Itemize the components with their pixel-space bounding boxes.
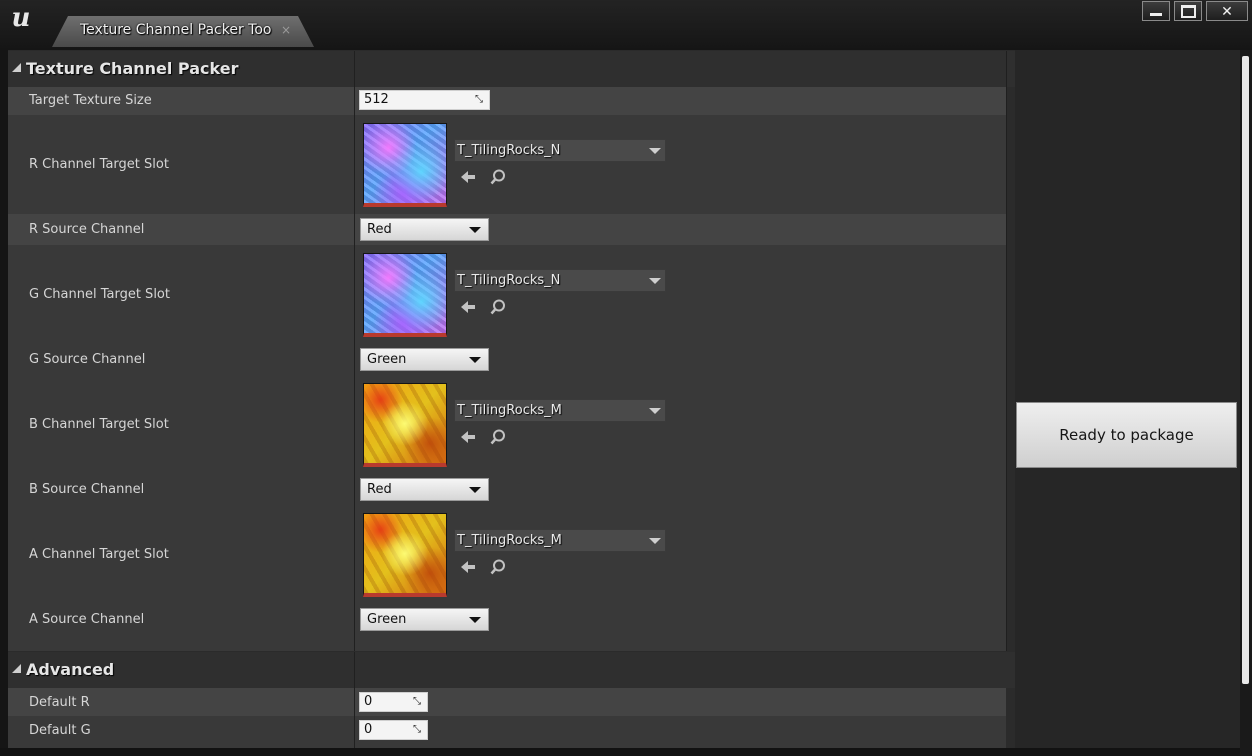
- browse-search-icon[interactable]: [489, 428, 507, 446]
- use-selected-arrow-icon[interactable]: [459, 298, 477, 316]
- side-area: [1015, 50, 1240, 750]
- minimize-icon: [1150, 13, 1162, 16]
- package-status-button[interactable]: Ready to package: [1016, 402, 1237, 468]
- resize-drag-icon[interactable]: ⤡: [475, 95, 485, 105]
- row-label: R Channel Target Slot: [29, 157, 169, 172]
- browse-search-icon[interactable]: [489, 298, 507, 316]
- bottom-edge: [0, 748, 1240, 756]
- r-source-channel-dropdown[interactable]: Red: [360, 218, 489, 241]
- row-g-source-channel: G Source Channel: [8, 344, 1006, 375]
- chevron-down-icon: [649, 538, 661, 544]
- g-source-channel-dropdown[interactable]: Green: [360, 348, 489, 371]
- chevron-down-icon: [649, 148, 661, 154]
- resize-drag-icon[interactable]: ⤡: [413, 725, 423, 735]
- close-window-button[interactable]: ✕: [1206, 1, 1248, 21]
- asset-name: T_TilingRocks_N: [457, 143, 561, 158]
- maximize-icon: [1180, 5, 1196, 18]
- resize-drag-icon[interactable]: ⤡: [413, 697, 423, 707]
- asset-name: T_TilingRocks_N: [457, 273, 561, 288]
- target-texture-size-input[interactable]: 512 ⤡: [359, 90, 490, 110]
- chevron-down-icon: [649, 408, 661, 414]
- scrollbar-thumb[interactable]: [1242, 56, 1249, 684]
- unreal-logo-icon: u: [11, 3, 31, 33]
- selected-value: Red: [367, 222, 392, 237]
- row-b-channel-target-slot: B Channel Target Slot: [8, 375, 1006, 474]
- section-title: Texture Channel Packer: [26, 59, 239, 78]
- section-header-texture-channel-packer[interactable]: Texture Channel Packer: [8, 51, 1015, 87]
- row-label: B Source Channel: [29, 482, 145, 497]
- use-selected-arrow-icon[interactable]: [459, 428, 477, 446]
- row-label: G Channel Target Slot: [29, 287, 170, 302]
- row-label: B Channel Target Slot: [29, 417, 169, 432]
- input-value: 512: [364, 92, 389, 107]
- browse-search-icon[interactable]: [489, 558, 507, 576]
- texture-thumbnail-g[interactable]: [363, 253, 447, 337]
- column-divider[interactable]: [354, 652, 355, 748]
- texture-thumbnail-a[interactable]: [363, 513, 447, 597]
- tab-close-icon[interactable]: ×: [281, 23, 291, 37]
- default-g-input[interactable]: 0 ⤡: [359, 720, 428, 740]
- asset-picker-r[interactable]: T_TilingRocks_N: [454, 139, 666, 162]
- row-r-channel-target-slot: R Channel Target Slot: [8, 115, 1006, 214]
- row-a-channel-target-slot: A Channel Target Slot: [8, 505, 1006, 604]
- a-source-channel-dropdown[interactable]: Green: [360, 608, 489, 631]
- input-value: 0: [364, 722, 373, 737]
- close-icon: ✕: [1221, 4, 1233, 20]
- selected-value: Green: [367, 612, 407, 627]
- b-source-channel-dropdown[interactable]: Red: [360, 478, 489, 501]
- maximize-button[interactable]: [1174, 1, 1202, 21]
- row-r-source-channel: R Source Channel: [8, 214, 1006, 245]
- chevron-down-icon: [469, 487, 481, 493]
- texture-thumbnail-b[interactable]: [363, 383, 447, 467]
- row-label: Default G: [29, 723, 91, 738]
- selected-value: Red: [367, 482, 392, 497]
- chevron-down-icon: [469, 227, 481, 233]
- section-footer: [8, 635, 1006, 651]
- section-title: Advanced: [26, 660, 115, 679]
- row-default-g: Default G: [8, 716, 1006, 748]
- row-label: R Source Channel: [29, 222, 145, 237]
- chevron-down-icon: [469, 357, 481, 363]
- asset-picker-a[interactable]: T_TilingRocks_M: [454, 529, 666, 552]
- asset-name: T_TilingRocks_M: [457, 403, 562, 418]
- row-label: A Source Channel: [29, 612, 145, 627]
- row-label: Target Texture Size: [29, 93, 152, 108]
- column-divider[interactable]: [354, 51, 355, 651]
- asset-name: T_TilingRocks_M: [457, 533, 562, 548]
- row-label: Default R: [29, 695, 90, 710]
- minimize-button[interactable]: [1142, 1, 1170, 21]
- input-value: 0: [364, 694, 373, 709]
- row-g-channel-target-slot: G Channel Target Slot: [8, 245, 1006, 344]
- texture-thumbnail-r[interactable]: [363, 123, 447, 207]
- chevron-down-icon: [649, 278, 661, 284]
- row-target-texture-size: Target Texture Size: [8, 87, 1006, 115]
- section-header-advanced[interactable]: Advanced: [8, 652, 1015, 688]
- chevron-down-icon: [469, 617, 481, 623]
- asset-picker-g[interactable]: T_TilingRocks_N: [454, 269, 666, 292]
- collapse-arrow-icon[interactable]: [12, 664, 21, 673]
- collapse-arrow-icon[interactable]: [12, 63, 21, 72]
- use-selected-arrow-icon[interactable]: [459, 558, 477, 576]
- asset-picker-b[interactable]: T_TilingRocks_M: [454, 399, 666, 422]
- selected-value: Green: [367, 352, 407, 367]
- row-b-source-channel: B Source Channel: [8, 474, 1006, 505]
- row-label: G Source Channel: [29, 352, 146, 367]
- default-r-input[interactable]: 0 ⤡: [359, 692, 428, 712]
- browse-search-icon[interactable]: [489, 168, 507, 186]
- panel-edge: [1006, 51, 1007, 651]
- tab-title: Texture Channel Packer Too: [80, 22, 272, 38]
- row-a-source-channel: A Source Channel: [8, 604, 1006, 635]
- row-default-r: Default R: [8, 688, 1006, 716]
- row-label: A Channel Target Slot: [29, 547, 169, 562]
- use-selected-arrow-icon[interactable]: [459, 168, 477, 186]
